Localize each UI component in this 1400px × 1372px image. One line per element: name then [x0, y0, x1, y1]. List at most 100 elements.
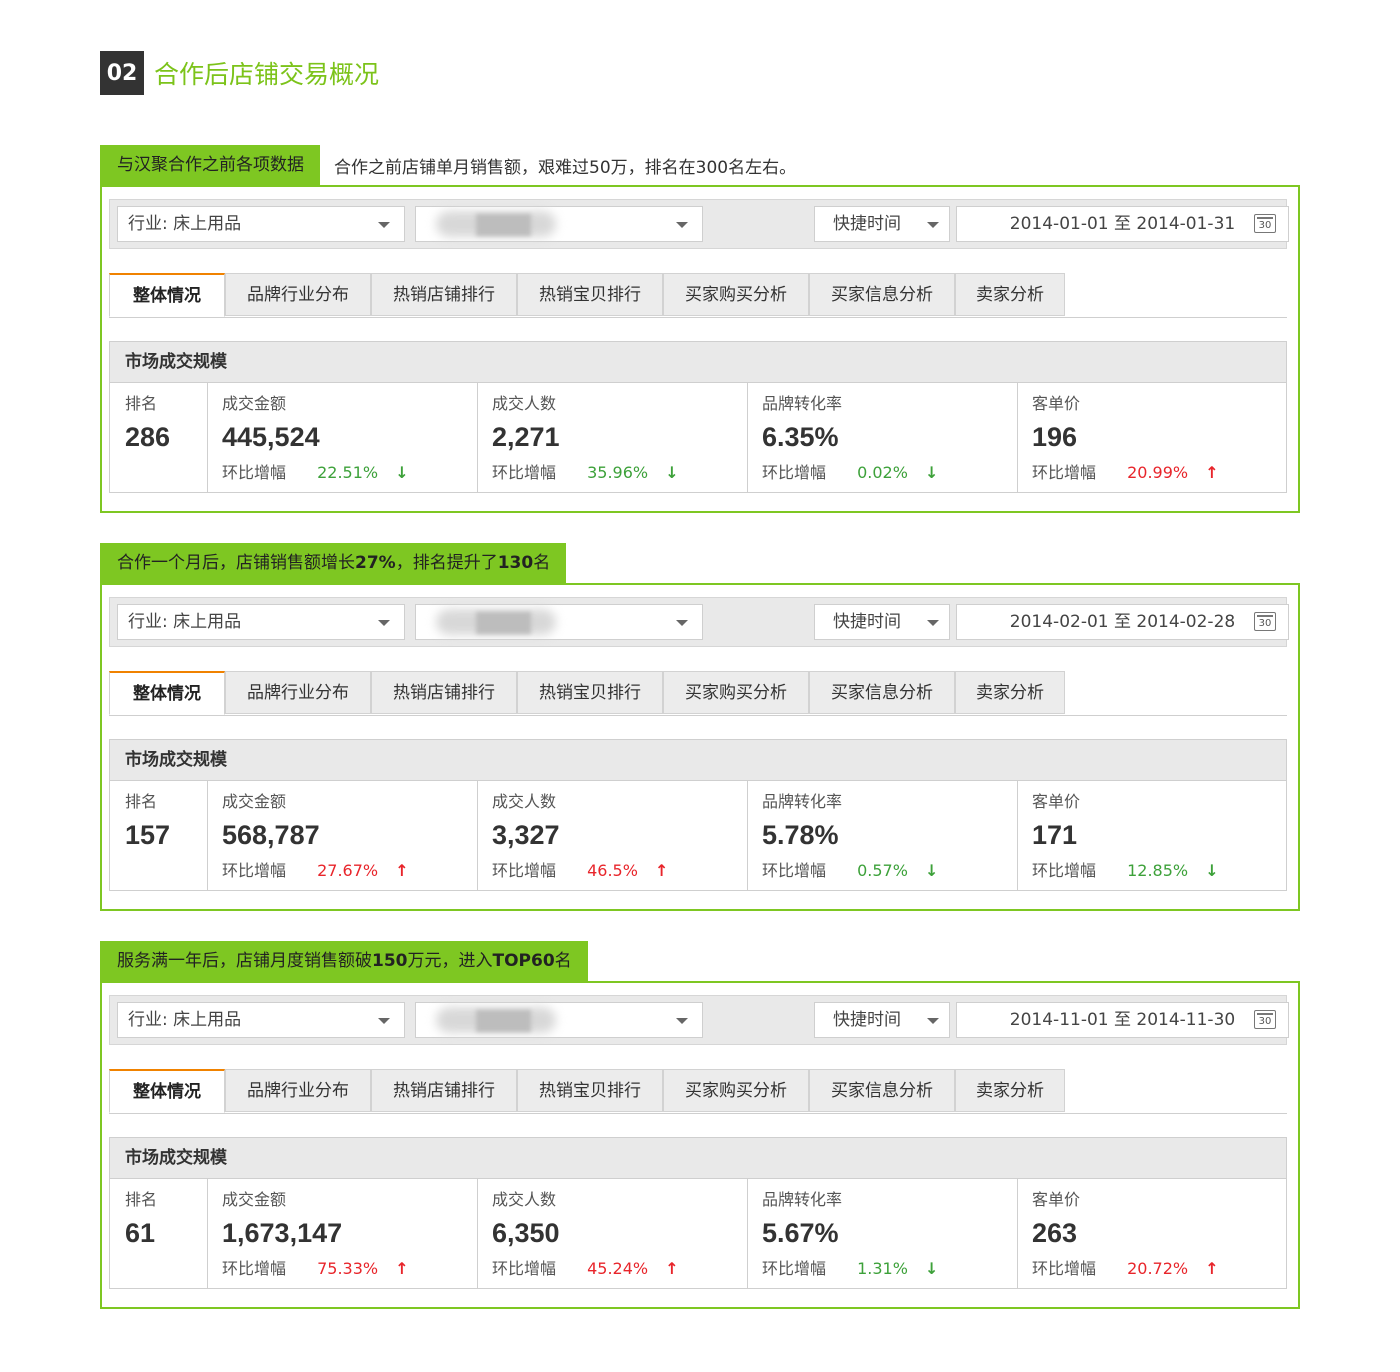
brand-select[interactable] — [415, 206, 703, 242]
date-range-input[interactable]: 2014-11-01 至 2014-11-30 30 — [956, 1002, 1289, 1038]
tab-2[interactable]: 热销店铺排行 — [371, 1069, 517, 1112]
tab-0[interactable]: 整体情况 — [109, 1069, 225, 1113]
metric-label: 成交人数 — [492, 1190, 557, 1209]
tab-6[interactable]: 卖家分析 — [955, 273, 1065, 316]
tag-highlight: 130 — [497, 553, 534, 573]
metric-value: 568,787 — [222, 820, 320, 850]
tab-1[interactable]: 品牌行业分布 — [225, 671, 371, 714]
change-label: 环比增幅 — [1032, 463, 1097, 482]
market-scale-table: 市场成交规模 排名 157 成交金额 568,787 环比增幅 27.67% ↑… — [109, 739, 1287, 891]
chevron-down-icon — [378, 222, 390, 228]
metric-label: 排名 — [125, 792, 158, 811]
quick-time-label: 快捷时间 — [833, 214, 901, 234]
chevron-down-icon — [378, 1018, 390, 1024]
market-scale-title: 市场成交规模 — [110, 342, 1286, 383]
change-percent: 0.02% — [857, 463, 908, 482]
date-range-input[interactable]: 2014-01-01 至 2014-01-31 30 — [956, 206, 1289, 242]
data-panel: 与汉聚合作之前各项数据 合作之前店铺单月销售额，艰难过50万，排名在300名左右… — [100, 145, 1300, 513]
tab-3[interactable]: 热销宝贝排行 — [517, 671, 663, 714]
tab-2[interactable]: 热销店铺排行 — [371, 273, 517, 316]
change-percent: 35.96% — [587, 463, 649, 482]
metric-conversion: 品牌转化率 5.67% 环比增幅 1.31% ↓ — [748, 1178, 1018, 1288]
metrics-row: 排名 61 成交金额 1,673,147 环比增幅 75.33% ↑ 成交人数 … — [110, 1178, 1286, 1288]
market-scale-table: 市场成交规模 排名 286 成交金额 445,524 环比增幅 22.51% ↓… — [109, 341, 1287, 493]
tab-5[interactable]: 买家信息分析 — [809, 671, 955, 714]
date-to: 2014-11-30 — [1136, 1010, 1236, 1030]
arrow-down-icon: ↓ — [925, 861, 939, 880]
tag-highlight: 27% — [355, 553, 396, 573]
change-label: 环比增幅 — [762, 463, 827, 482]
tab-6[interactable]: 卖家分析 — [955, 1069, 1065, 1112]
metric-change: 环比增幅 0.02% ↓ — [762, 462, 1017, 484]
data-panel: 合作一个月后，店铺销售额增长27%，排名提升了130名 行业: 床上用品 快捷时… — [100, 543, 1300, 911]
metric-conversion: 品牌转化率 6.35% 环比增幅 0.02% ↓ — [748, 382, 1018, 492]
date-from: 2014-11-01 — [1009, 1010, 1109, 1030]
chevron-down-icon — [676, 620, 688, 626]
brand-select[interactable] — [415, 1002, 703, 1038]
change-percent: 0.57% — [857, 861, 908, 880]
industry-select[interactable]: 行业: 床上用品 — [117, 604, 405, 640]
tab-3[interactable]: 热销宝贝排行 — [517, 1069, 663, 1112]
tag-text: 合作一个月后，店铺销售额增长 — [117, 553, 355, 573]
metric-label: 成交人数 — [492, 394, 557, 413]
metric-change: 环比增幅 12.85% ↓ — [1032, 860, 1288, 882]
industry-select[interactable]: 行业: 床上用品 — [117, 1002, 405, 1038]
tag-text: 服务满一年后，店铺月度销售额破 — [117, 951, 372, 971]
quick-time-select[interactable]: 快捷时间 — [814, 206, 950, 242]
change-percent: 46.5% — [587, 861, 638, 880]
change-percent: 22.51% — [317, 463, 379, 482]
quick-time-select[interactable]: 快捷时间 — [814, 604, 950, 640]
metric-buyers: 成交人数 6,350 环比增幅 45.24% ↑ — [478, 1178, 748, 1288]
metric-rank: 排名 157 — [110, 780, 208, 890]
metric-value: 6.35% — [762, 422, 839, 452]
change-percent: 20.72% — [1127, 1259, 1189, 1278]
tab-4[interactable]: 买家购买分析 — [663, 1069, 809, 1112]
industry-select-label: 行业: 床上用品 — [128, 1010, 242, 1030]
metric-value: 445,524 — [222, 422, 320, 452]
metric-change: 环比增幅 1.31% ↓ — [762, 1258, 1017, 1280]
metric-value: 286 — [125, 422, 171, 452]
metric-buyers: 成交人数 3,327 环比增幅 46.5% ↑ — [478, 780, 748, 890]
industry-select[interactable]: 行业: 床上用品 — [117, 206, 405, 242]
metric-change: 环比增幅 20.72% ↑ — [1032, 1258, 1288, 1280]
tab-0[interactable]: 整体情况 — [109, 671, 225, 715]
tab-6[interactable]: 卖家分析 — [955, 671, 1065, 714]
quick-time-select[interactable]: 快捷时间 — [814, 1002, 950, 1038]
date-range-input[interactable]: 2014-02-01 至 2014-02-28 30 — [956, 604, 1289, 640]
metrics-row: 排名 157 成交金额 568,787 环比增幅 27.67% ↑ 成交人数 3… — [110, 780, 1286, 890]
tab-4[interactable]: 买家购买分析 — [663, 273, 809, 316]
calendar-icon[interactable]: 30 — [1254, 214, 1276, 233]
calendar-icon[interactable]: 30 — [1254, 1010, 1276, 1029]
tab-5[interactable]: 买家信息分析 — [809, 1069, 955, 1112]
filter-bar: 行业: 床上用品 快捷时间 2014-01-01 至 2014-01-31 30 — [109, 199, 1289, 249]
metric-value: 171 — [1032, 820, 1078, 850]
market-scale-title: 市场成交规模 — [110, 740, 1286, 781]
industry-select-label: 行业: 床上用品 — [128, 214, 242, 234]
section-number: 02 — [100, 51, 144, 95]
metric-change: 环比增幅 75.33% ↑ — [222, 1258, 477, 1280]
tab-0[interactable]: 整体情况 — [109, 273, 225, 317]
metric-label: 品牌转化率 — [762, 394, 843, 413]
metric-unit_price: 客单价 196 环比增幅 20.99% ↑ — [1018, 382, 1288, 492]
blurred-content — [476, 214, 531, 236]
change-percent: 20.99% — [1127, 463, 1189, 482]
tab-1[interactable]: 品牌行业分布 — [225, 273, 371, 316]
change-label: 环比增幅 — [762, 861, 827, 880]
tab-2[interactable]: 热销店铺排行 — [371, 671, 517, 714]
metric-buyers: 成交人数 2,271 环比增幅 35.96% ↓ — [478, 382, 748, 492]
tab-3[interactable]: 热销宝贝排行 — [517, 273, 663, 316]
tab-5[interactable]: 买家信息分析 — [809, 273, 955, 316]
change-label: 环比增幅 — [492, 1259, 557, 1278]
brand-select[interactable] — [415, 604, 703, 640]
metric-value: 263 — [1032, 1218, 1078, 1248]
arrow-up-icon: ↑ — [665, 1259, 679, 1278]
metric-unit_price: 客单价 263 环比增幅 20.72% ↑ — [1018, 1178, 1288, 1288]
tab-1[interactable]: 品牌行业分布 — [225, 1069, 371, 1112]
tab-4[interactable]: 买家购买分析 — [663, 671, 809, 714]
panel-box: 行业: 床上用品 快捷时间 2014-11-01 至 2014-11-30 30 — [100, 981, 1300, 1309]
panel-box: 行业: 床上用品 快捷时间 2014-02-01 至 2014-02-28 30 — [100, 583, 1300, 911]
arrow-down-icon: ↓ — [925, 1259, 939, 1278]
date-from: 2014-02-01 — [1009, 612, 1109, 632]
calendar-icon[interactable]: 30 — [1254, 612, 1276, 631]
metric-change: 环比增幅 35.96% ↓ — [492, 462, 747, 484]
